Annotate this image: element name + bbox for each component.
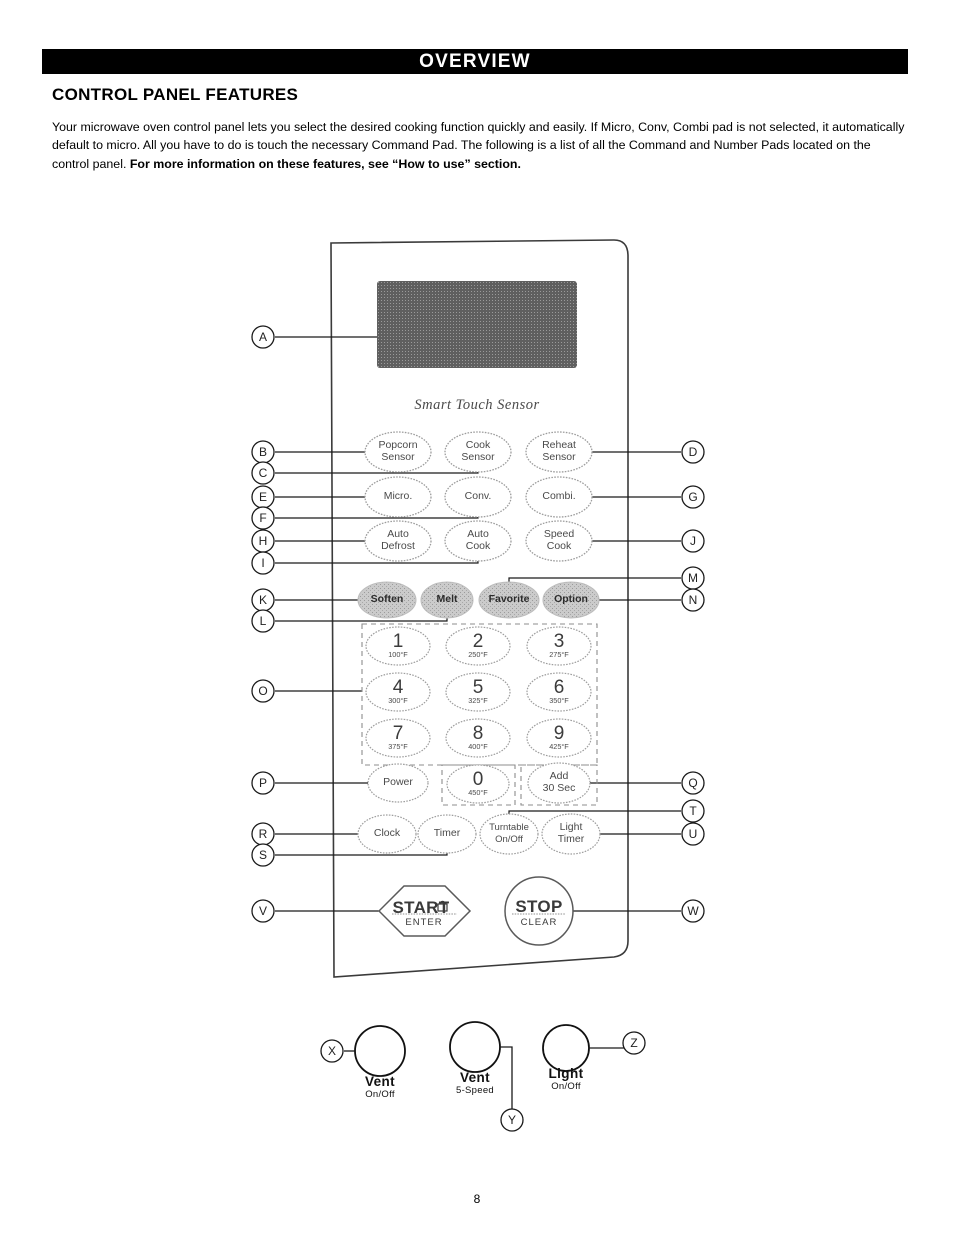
key-auto-defrost[interactable]	[364, 520, 432, 562]
callout-label-C: C	[258, 466, 268, 480]
key-turntable-on-off[interactable]	[479, 813, 539, 855]
label-knob-vent-5-speed-l1: Vent	[459, 1070, 491, 1085]
key-combi[interactable]	[525, 476, 593, 518]
label-stop-sub: CLEAR	[520, 917, 558, 928]
callout-label-I: I	[261, 556, 265, 570]
label-start-sub: ENTER	[405, 917, 443, 928]
callout-label-M: M	[688, 571, 698, 585]
label-knob-vent-5-speed: Vent 5-Speed	[435, 1070, 515, 1096]
callout-label-H: H	[258, 534, 268, 548]
callout-label-O: O	[258, 684, 268, 698]
key-2[interactable]	[445, 626, 511, 666]
key-light-timer[interactable]	[541, 813, 601, 855]
manual-page: OVERVIEW CONTROL PANEL FEATURES Your mic…	[0, 0, 954, 1239]
key-auto-cook[interactable]	[444, 520, 512, 562]
callout-label-S: S	[258, 848, 267, 862]
key-timer[interactable]	[417, 814, 477, 854]
knob-vent-on-off[interactable]	[354, 1025, 406, 1077]
smart-touch-sensor-caption: Smart Touch Sensor	[414, 397, 540, 413]
key-soften[interactable]	[357, 581, 417, 619]
callout-label-B: B	[258, 445, 267, 459]
label-stop-main: STOP	[515, 897, 563, 916]
callout-circles-right	[681, 440, 705, 923]
callout-label-X: X	[327, 1044, 336, 1058]
key-7[interactable]	[365, 718, 431, 758]
key-9[interactable]	[526, 718, 592, 758]
key-zero[interactable]	[446, 764, 510, 804]
key-reheat-sensor[interactable]	[525, 431, 593, 473]
knob-light-on-off[interactable]	[542, 1024, 590, 1072]
label-knob-vent-5-speed-l2: 5-Speed	[455, 1085, 495, 1096]
callout-label-R: R	[258, 827, 268, 841]
key-micro[interactable]	[364, 476, 432, 518]
key-melt[interactable]	[420, 581, 474, 619]
key-add-30-sec[interactable]	[527, 762, 591, 804]
key-popcorn-sensor[interactable]	[364, 431, 432, 473]
callout-label-V: V	[258, 904, 267, 918]
key-power[interactable]	[367, 763, 429, 803]
label-knob-light-on-off: Light On/Off	[526, 1066, 606, 1092]
key-option[interactable]	[542, 581, 600, 619]
key-3[interactable]	[526, 626, 592, 666]
knob-vent-5-speed[interactable]	[449, 1021, 501, 1073]
label-knob-light-on-off-l2: On/Off	[551, 1081, 581, 1092]
sensor-key-row	[364, 431, 593, 473]
callout-label-U: U	[688, 827, 698, 841]
key-4[interactable]	[365, 672, 431, 712]
callout-label-F: F	[259, 511, 267, 525]
label-knob-light-on-off-l1: Light	[548, 1066, 584, 1081]
control-panel-diagram	[251, 239, 705, 1132]
callout-label-Q: Q	[688, 776, 698, 790]
callout-label-W: W	[687, 904, 699, 918]
label-start-main: START	[392, 898, 450, 917]
key-5[interactable]	[445, 672, 511, 712]
key-cook-sensor[interactable]	[444, 431, 512, 473]
key-speed-cook[interactable]	[525, 520, 593, 562]
label-start: START	[389, 898, 453, 918]
callout-label-T: T	[689, 804, 697, 818]
callout-label-Z: Z	[630, 1036, 638, 1050]
callout-label-Y: Y	[507, 1113, 516, 1127]
callout-label-P: P	[258, 776, 267, 790]
callout-label-J: J	[690, 534, 696, 548]
label-start-sub-wrap: ENTER	[392, 917, 456, 928]
key-8[interactable]	[445, 718, 511, 758]
key-6[interactable]	[526, 672, 592, 712]
label-knob-vent-on-off-l1: Vent	[364, 1074, 396, 1089]
callout-label-A: A	[258, 330, 267, 344]
key-1[interactable]	[365, 626, 431, 666]
number-pad	[365, 626, 592, 758]
callout-label-E: E	[258, 490, 267, 504]
callout-label-N: N	[688, 593, 698, 607]
key-conv[interactable]	[444, 476, 512, 518]
auto-key-row	[364, 520, 593, 562]
label-stop: STOP	[507, 897, 571, 917]
label-knob-vent-on-off-l2: On/Off	[365, 1089, 395, 1100]
mode-key-row	[364, 476, 593, 518]
callout-label-K: K	[258, 593, 267, 607]
callout-label-L: L	[259, 614, 267, 628]
callout-label-D: D	[688, 445, 698, 459]
label-knob-vent-on-off: Vent On/Off	[340, 1074, 420, 1100]
display-window	[377, 281, 577, 368]
callout-label-G: G	[688, 490, 698, 504]
label-stop-sub-wrap: CLEAR	[507, 917, 571, 928]
key-favorite[interactable]	[478, 581, 540, 619]
key-clock[interactable]	[357, 814, 417, 854]
